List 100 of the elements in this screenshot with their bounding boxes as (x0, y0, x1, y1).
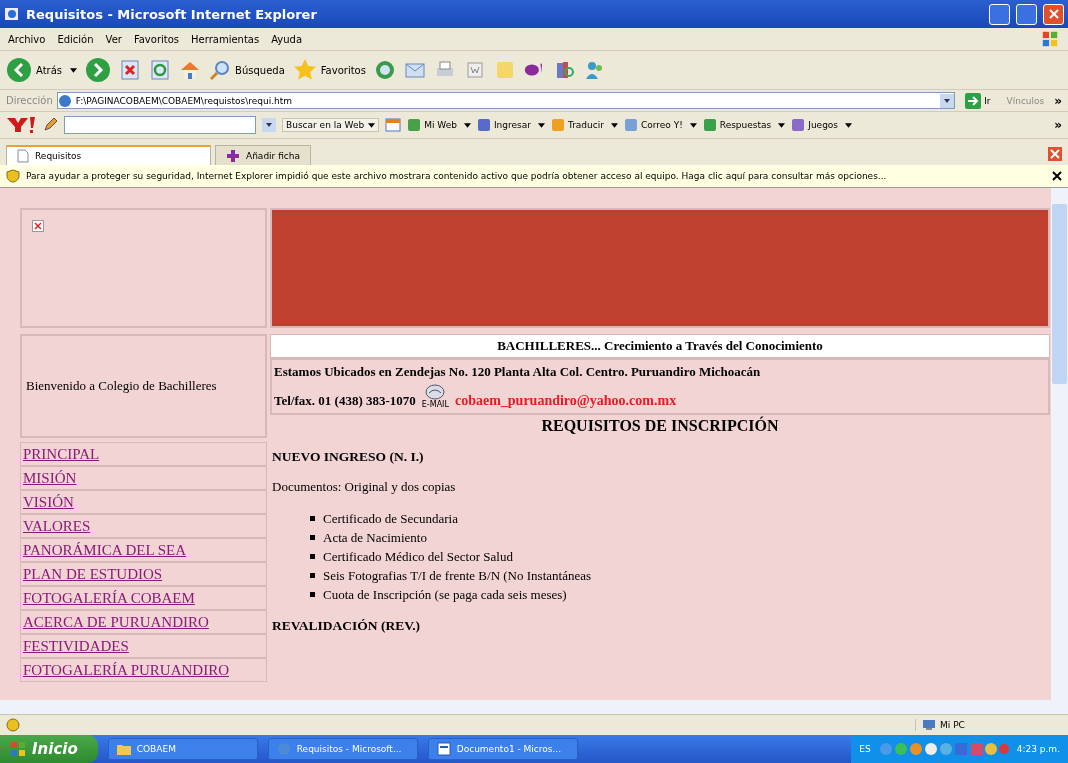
section-heading: REVALIDACIÓN (REV.) (272, 618, 422, 634)
dropdown-icon[interactable] (262, 118, 276, 132)
taskbar-button[interactable]: Documento1 - Micros... (427, 738, 578, 760)
favorites-button[interactable]: Favoritos (292, 58, 366, 82)
caret-icon (689, 122, 697, 128)
search-web-button[interactable]: Buscar en la Web (282, 118, 380, 132)
back-button[interactable]: Atrás (6, 57, 78, 83)
tab[interactable]: Añadir ficha (215, 145, 311, 165)
tray-icons-drawing[interactable] (878, 742, 1009, 756)
computer-icon (922, 719, 936, 731)
zone-indicator: Mi PC (915, 719, 1062, 731)
search-button[interactable]: Búsqueda (209, 59, 285, 81)
nav-link[interactable]: VALORES (20, 514, 267, 538)
bullet-icon (310, 516, 315, 521)
close-icon (1050, 149, 1060, 159)
windows-logo-icon (10, 741, 26, 757)
caret-icon (368, 123, 376, 128)
list-item: Acta de Nacimiento (323, 529, 427, 547)
windows-logo-icon (1040, 30, 1060, 48)
toolbar-item[interactable]: Correo Y! (623, 118, 697, 132)
square-icon (623, 118, 638, 132)
window-title: Requisitos - Microsoft Internet Explorer (26, 6, 317, 22)
bullet-icon (310, 535, 315, 540)
taskbar-button[interactable]: COBAEM (107, 738, 258, 760)
dropdown-icon[interactable] (940, 93, 955, 108)
menu-item[interactable]: Archivo (8, 33, 46, 45)
nav-link[interactable]: ACERCA DE PURUANDIRO (20, 610, 267, 634)
plus-icon (226, 148, 240, 163)
start-button[interactable]: Inicio (0, 735, 98, 763)
caret-icon (463, 122, 471, 128)
search-field[interactable] (64, 116, 256, 134)
go-button[interactable]: Ir (959, 92, 997, 109)
search-icon (209, 59, 232, 81)
vertical-scrollbar[interactable] (1051, 188, 1068, 700)
nav-link[interactable]: FOTOGALERÍA COBAEM (20, 586, 267, 610)
history-icon[interactable] (373, 59, 396, 81)
toolbar-item[interactable]: Mi Web (407, 118, 471, 132)
close-tab-button[interactable] (1048, 147, 1062, 161)
calendar-icon[interactable] (385, 117, 402, 133)
stop-icon[interactable] (119, 59, 142, 81)
square-icon (476, 118, 491, 132)
broken-image-icon (32, 220, 44, 232)
caret-icon (778, 122, 786, 128)
menu-item[interactable]: Edición (57, 33, 94, 45)
caret-icon (610, 122, 618, 128)
toolbar-item[interactable]: Traducir (550, 118, 618, 132)
address-text: Estamos Ubicados en Zendejas No. 120 Planta Alta Col. Centro. Puruandiro Michoacán (274, 364, 762, 380)
square-icon (407, 118, 422, 132)
tab[interactable]: Requisitos (6, 145, 211, 165)
square-icon (550, 118, 565, 132)
nav-link[interactable]: VISIÓN (20, 490, 267, 514)
caret-icon (537, 122, 545, 128)
refresh-icon[interactable] (149, 59, 172, 81)
menu-item[interactable]: Favoritos (133, 33, 180, 45)
horizontal-scrollbar[interactable] (0, 700, 1068, 714)
address-field[interactable]: F:\PAGINACOBAEM\COBAEM\requistos\requi.htm (56, 92, 956, 109)
nav-link[interactable]: FOTOGALERÍA PURUANDIRO (20, 658, 267, 682)
go-arrow-icon (965, 92, 982, 109)
document-icon (436, 742, 451, 756)
menu-item[interactable]: Ayuda (271, 33, 303, 45)
address-label: Dirección (6, 95, 53, 106)
toolbar-item[interactable]: Respuestas (702, 118, 786, 132)
email-icon (424, 384, 447, 400)
maximize-button[interactable] (1016, 3, 1037, 25)
nav-link[interactable]: PANORÁMICA DEL SEA (20, 538, 267, 562)
square-icon (791, 118, 806, 132)
close-icon (1048, 9, 1059, 19)
page-heading: REQUISITOS DE INSCRIPCIÓN (540, 417, 780, 435)
menu-item[interactable]: Herramientas (191, 33, 260, 45)
nav-link[interactable]: MISIÓN (20, 466, 267, 490)
section-heading: NUEVO INGRESO (N. I.) (272, 449, 425, 465)
folder-icon (116, 743, 131, 755)
more-button[interactable]: » (1054, 118, 1062, 132)
square-icon (702, 118, 717, 132)
toolbar-item[interactable]: Juegos (791, 118, 853, 132)
page-icon (17, 149, 29, 163)
browser-icon (4, 6, 20, 22)
yahoo-logo-icon[interactable] (6, 116, 36, 134)
slogan: BACHILLERES... Crecimiento a Través del Conocimiento (270, 334, 1050, 358)
nav-link[interactable]: PLAN DE ESTUDIOS (20, 562, 267, 586)
page-icon (57, 93, 72, 108)
clock: 4:23 p.m. (1016, 744, 1060, 754)
list-item: Certificado de Secundaria (323, 510, 458, 528)
documents-text: Documentos: Original y dos copias (272, 479, 457, 495)
minimize-button[interactable] (989, 3, 1010, 25)
toolbar-item[interactable]: Ingresar (476, 118, 545, 132)
list-item: Cuota de Inscripción (se paga cada seis meses) (323, 586, 567, 604)
welcome-text: Bienvenido a Colegio de Bachilleres (26, 378, 217, 394)
nav-link[interactable]: PRINCIPAL (20, 442, 267, 466)
close-button[interactable] (1043, 3, 1064, 25)
pencil-icon[interactable] (42, 117, 58, 133)
star-icon (292, 58, 317, 82)
shield-icon (6, 169, 20, 183)
taskbar-button[interactable]: Requisitos - Microsoft... (267, 738, 418, 760)
more-button[interactable]: » (1054, 93, 1062, 108)
forward-button[interactable] (85, 57, 112, 83)
close-icon[interactable] (1052, 171, 1062, 181)
menu-item[interactable]: Ver (105, 33, 122, 45)
nav-link[interactable]: FESTIVIDADES (20, 634, 267, 658)
page-status-icon (6, 718, 20, 732)
